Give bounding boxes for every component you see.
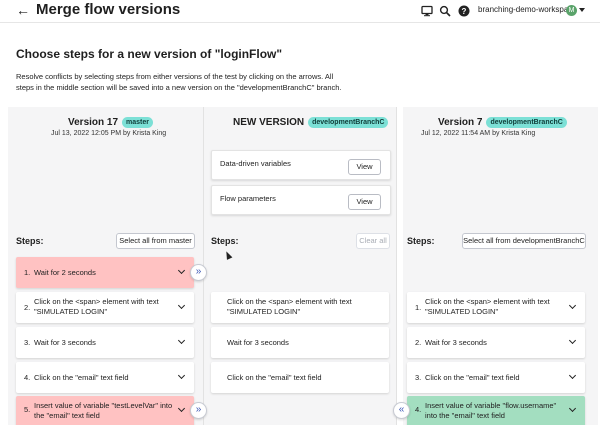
step-number: 2. <box>24 303 31 312</box>
step-number: 3. <box>415 373 422 382</box>
data-driven-variables-label: Data-driven variables <box>220 159 291 168</box>
step-number: 1. <box>415 303 422 312</box>
right-version-meta: Jul 12, 2022 11:54 AM by Krista King <box>421 130 536 137</box>
move-left-arrow-icon[interactable]: « <box>393 402 410 419</box>
flow-parameters-card: Flow parameters View <box>211 185 391 215</box>
left-step-1[interactable]: 1. Wait for 2 seconds <box>16 257 194 288</box>
right-step-3[interactable]: 3. Click on the "email" text field <box>407 362 585 393</box>
select-all-master-button[interactable]: Select all from master <box>116 233 195 249</box>
right-step-1[interactable]: 1. Click on the <span> element with text… <box>407 292 585 323</box>
chevron-down-icon[interactable] <box>568 371 577 380</box>
search-icon[interactable] <box>439 5 451 17</box>
step-text: Wait for 3 seconds <box>34 338 96 347</box>
move-right-arrow-icon[interactable]: » <box>190 402 207 419</box>
center-steps-label: Steps: <box>211 236 239 246</box>
workspace-name[interactable]: branching-demo-workspace <box>478 5 577 14</box>
back-arrow-icon[interactable]: ← <box>16 3 30 17</box>
step-number: 1. <box>24 268 31 277</box>
step-text: Click on the <span> element with text "S… <box>227 297 352 316</box>
center-branch-badge: developmentBranchC <box>308 117 389 128</box>
help-icon[interactable]: ? <box>458 5 470 17</box>
chevron-down-icon[interactable] <box>177 371 186 380</box>
center-step-3[interactable]: Click on the "email" text field <box>211 362 389 393</box>
avatar[interactable]: M <box>566 5 577 16</box>
step-number: 3. <box>24 338 31 347</box>
move-right-arrow-icon[interactable]: » <box>190 264 207 281</box>
step-text: Click on the <span> element with text "S… <box>425 297 550 316</box>
clear-all-button[interactable]: Clear all <box>356 233 390 249</box>
right-branch-badge: developmentBranchC <box>486 117 567 128</box>
right-step-2[interactable]: 2. Wait for 3 seconds <box>407 327 585 358</box>
data-driven-variables-card: Data-driven variables View <box>211 150 391 180</box>
step-text: Insert value of variable "flow.username"… <box>425 401 557 420</box>
step-text: Wait for 3 seconds <box>227 338 289 347</box>
left-step-2[interactable]: 2. Click on the <span> element with text… <box>16 292 194 323</box>
top-bar: ← Merge flow versions ? branching-demo-w… <box>0 0 600 23</box>
step-number: 4. <box>24 373 31 382</box>
center-step-1[interactable]: Click on the <span> element with text "S… <box>211 292 389 323</box>
right-version-title: Version 7 developmentBranchC <box>438 117 567 128</box>
monitor-icon[interactable] <box>421 5 433 17</box>
left-steps-label: Steps: <box>16 236 44 246</box>
left-step-4[interactable]: 4. Click on the "email" text field <box>16 362 194 393</box>
chevron-down-icon[interactable] <box>568 336 577 345</box>
step-text: Click on the "email" text field <box>227 373 322 382</box>
left-step-5[interactable]: 5. Insert value of variable "testLevelVa… <box>16 396 194 425</box>
step-text: Click on the "email" text field <box>425 373 520 382</box>
flow-parameters-label: Flow parameters <box>220 194 276 203</box>
step-text: Wait for 3 seconds <box>425 338 487 347</box>
merge-description: Resolve conflicts by selecting steps fro… <box>16 72 342 92</box>
left-version-meta: Jul 13, 2022 12:05 PM by Krista King <box>51 130 167 137</box>
step-number: 4. <box>415 405 422 414</box>
view-flow-parameters-button[interactable]: View <box>348 194 381 210</box>
caret-down-icon[interactable] <box>579 8 585 12</box>
step-number: 2. <box>415 338 422 347</box>
center-version-label: NEW VERSION <box>233 117 305 129</box>
step-text: Click on the <span> element with text "S… <box>34 297 159 316</box>
chevron-down-icon[interactable] <box>177 404 186 413</box>
svg-text:?: ? <box>462 7 467 16</box>
left-step-3[interactable]: 3. Wait for 3 seconds <box>16 327 194 358</box>
chevron-down-icon[interactable] <box>177 336 186 345</box>
left-branch-badge: master <box>122 117 153 128</box>
select-all-development-button[interactable]: Select all from developmentBranchC <box>462 233 586 249</box>
step-number: 5. <box>24 405 31 414</box>
right-step-4[interactable]: 4. Insert value of variable "flow.userna… <box>407 396 585 425</box>
chevron-down-icon[interactable] <box>177 266 186 275</box>
chevron-down-icon[interactable] <box>177 301 186 310</box>
step-text: Insert value of variable "testLevelVar" … <box>34 401 173 420</box>
view-data-driven-button[interactable]: View <box>348 159 381 175</box>
center-version-title: NEW VERSION developmentBranchC <box>233 117 389 129</box>
left-version-label: Version 17 <box>68 117 119 129</box>
center-step-2[interactable]: Wait for 3 seconds <box>211 327 389 358</box>
right-version-label: Version 7 <box>438 117 483 129</box>
page-title: Merge flow versions <box>36 1 181 18</box>
step-text: Click on the "email" text field <box>34 373 129 382</box>
chevron-down-icon[interactable] <box>568 301 577 310</box>
left-version-title: Version 17 master <box>68 117 153 128</box>
step-text: Wait for 2 seconds <box>34 268 96 277</box>
merge-heading: Choose steps for a new version of "login… <box>16 47 283 61</box>
right-steps-label: Steps: <box>407 236 435 246</box>
chevron-down-icon[interactable] <box>568 404 577 413</box>
